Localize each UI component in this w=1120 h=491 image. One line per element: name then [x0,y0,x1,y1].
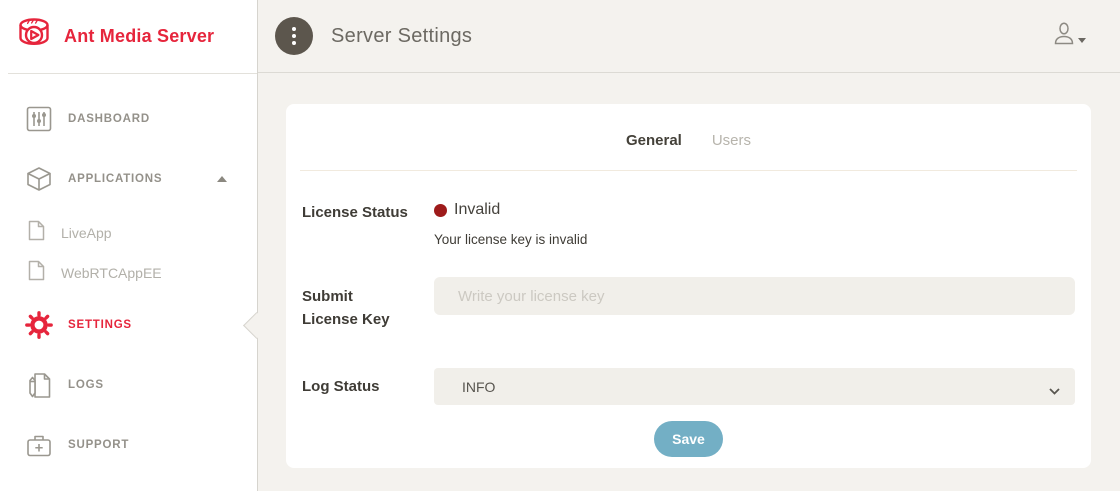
sidebar-label-liveapp: LiveApp [61,225,112,241]
file-icon [28,220,45,246]
license-status-value: Invalid Your license key is invalid [434,201,1075,247]
applications-sublist: LiveApp WebRTCAppEE [0,213,257,293]
kebab-dot [292,27,296,31]
kebab-dot [292,34,296,38]
license-status-line: Invalid [434,201,1075,219]
settings-gear-icon [24,309,54,341]
license-status-message: Your license key is invalid [434,232,1075,247]
kebab-menu-button[interactable] [275,17,313,55]
sidebar-label-support: SUPPORT [68,439,129,451]
app-window: Ant Media Server [0,0,1120,491]
sidebar-label-settings: SETTINGS [68,319,132,331]
license-status-label: License Status [302,201,434,224]
logs-document-icon [24,372,54,399]
status-dot-icon [434,204,447,217]
top-header: Server Settings [258,0,1120,73]
sidebar-item-dashboard[interactable]: DASHBOARD [0,94,257,144]
sidebar-label-webrtcappee: WebRTCAppEE [61,265,162,281]
tab-bar: General Users [286,104,1091,149]
sidebar-label-applications: APPLICATIONS [68,173,162,185]
content-area: General Users License Status Invalid [258,73,1120,491]
license-status-row: License Status Invalid Your license key … [302,201,1075,265]
applications-box-icon [24,166,54,192]
user-menu-button[interactable] [1054,22,1086,50]
settings-card: General Users License Status Invalid [286,104,1091,468]
license-status-text: Invalid [454,201,500,219]
sidebar-nav: DASHBOARD APPLICATIONS [0,74,257,470]
log-status-select[interactable]: INFO [434,368,1075,405]
log-status-select-wrap: INFO [434,368,1075,405]
sidebar-label-logs: LOGS [68,379,104,391]
sidebar-item-settings[interactable]: SETTINGS [0,300,257,350]
license-key-input[interactable] [434,277,1075,315]
sidebar-item-webrtcappee[interactable]: WebRTCAppEE [0,253,257,293]
tab-general[interactable]: General [626,132,682,149]
save-button[interactable]: Save [654,421,723,457]
save-row: Save [302,421,1075,457]
dashboard-sliders-icon [24,106,54,132]
sidebar-item-applications[interactable]: APPLICATIONS [0,154,257,204]
page-title: Server Settings [331,25,472,48]
settings-form: License Status Invalid Your license key … [286,171,1091,457]
log-status-row: Log Status INFO [302,368,1075,405]
user-icon [1054,22,1074,50]
sidebar-item-logs[interactable]: LOGS [0,360,257,410]
chevron-down-icon [1078,38,1086,43]
license-key-label: Submit License Key [302,277,394,331]
sidebar: Ant Media Server [0,0,258,491]
tab-users[interactable]: Users [712,132,751,149]
sidebar-item-support[interactable]: SUPPORT [0,420,257,470]
sidebar-item-liveapp[interactable]: LiveApp [0,213,257,253]
main-area: Server Settings General Users [258,0,1120,491]
brand-logo[interactable]: Ant Media Server [0,0,257,73]
brand-name: Ant Media Server [64,26,214,47]
sidebar-label-dashboard: DASHBOARD [68,113,150,125]
support-firstaid-icon [24,433,54,458]
collapse-caret-up-icon[interactable] [217,176,227,182]
file-icon [28,260,45,286]
license-key-row: Submit License Key [302,277,1075,331]
kebab-dot [292,41,296,45]
log-status-label: Log Status [302,375,434,398]
ant-media-logo-icon [14,15,54,58]
